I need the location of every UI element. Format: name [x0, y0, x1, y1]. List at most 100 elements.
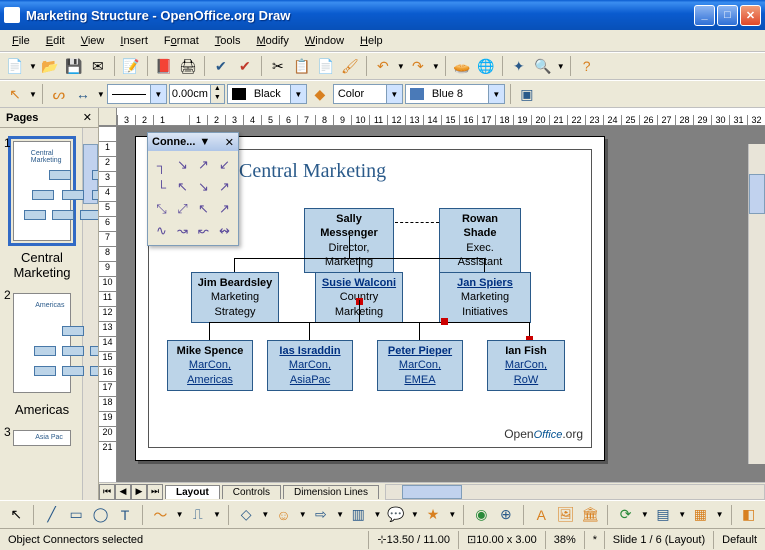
menu-modify[interactable]: Modify	[248, 33, 296, 49]
connector-tool[interactable]: ⎍	[188, 504, 208, 526]
tab-nav-prev[interactable]: ◀	[115, 484, 131, 500]
undo-dropdown[interactable]: ▼	[396, 62, 405, 71]
stars-tool[interactable]: ★	[423, 504, 443, 526]
print-button[interactable]: 🖨	[177, 55, 199, 77]
line-color-combo[interactable]: Black▼	[227, 84, 307, 104]
arrow-select-dropdown[interactable]: ▼	[28, 90, 37, 99]
connector-type-15[interactable]: ↜	[194, 221, 213, 241]
menu-insert[interactable]: Insert	[112, 33, 156, 49]
connectors-palette[interactable]: Conne... ▼ ✕ ┐ ↘ ↗ ↙ └ ↖ ↘ ↗ ⤡ ⤢	[147, 132, 239, 246]
connector-type-12[interactable]: ↗	[215, 199, 234, 219]
arrange-tool[interactable]: ▦	[690, 504, 710, 526]
redo-button[interactable]: ↷	[407, 55, 429, 77]
navigator-button[interactable]: ✦	[508, 55, 530, 77]
connectors-close-icon[interactable]: ✕	[225, 136, 234, 149]
zoom-dropdown[interactable]: ▼	[556, 62, 565, 71]
rect-tool[interactable]: ▭	[66, 504, 86, 526]
redo-dropdown[interactable]: ▼	[431, 62, 440, 71]
org-box-initiatives[interactable]: Jan SpiersMarketing Initiatives	[439, 272, 531, 323]
edit-doc-button[interactable]: 📝	[120, 55, 142, 77]
org-box-americas[interactable]: Mike SpenceMarCon, Americas	[167, 340, 253, 391]
line-width-value[interactable]	[170, 85, 210, 103]
pages-scrollbar[interactable]	[82, 128, 98, 500]
connector-type-3[interactable]: ↗	[194, 155, 213, 175]
connector-type-13[interactable]: ∿	[152, 221, 171, 241]
menu-view[interactable]: View	[73, 33, 113, 49]
minimize-button[interactable]: _	[694, 5, 715, 26]
tab-controls[interactable]: Controls	[222, 485, 281, 499]
pages-close-icon[interactable]: ✕	[83, 111, 92, 124]
ellipse-tool[interactable]: ◯	[90, 504, 110, 526]
connector-type-8[interactable]: ↗	[215, 177, 234, 197]
slide-title[interactable]: Central Marketing	[239, 160, 386, 183]
org-box-strategy[interactable]: Jim BeardsleyMarketing Strategy	[191, 272, 279, 323]
page-thumbnail-2[interactable]: 2 Americas Americas	[8, 288, 76, 421]
connector-type-11[interactable]: ↖	[194, 199, 213, 219]
fill-color-combo[interactable]: Blue 8▼	[405, 84, 505, 104]
extrusion-tool[interactable]: ◧	[738, 504, 758, 526]
maximize-button[interactable]: □	[717, 5, 738, 26]
connector-type-5[interactable]: └	[152, 177, 171, 197]
status-zoom[interactable]: 38%	[546, 531, 585, 549]
line-tool[interactable]: ╱	[41, 504, 61, 526]
from-file-tool[interactable]: 🖼	[555, 504, 575, 526]
connector-type-14[interactable]: ↝	[173, 221, 192, 241]
org-box-assistant[interactable]: Rowan ShadeExec. Assistant	[439, 208, 521, 273]
arrow-shapes-tool[interactable]: ⇨	[311, 504, 331, 526]
canvas-horizontal-scrollbar[interactable]	[385, 484, 765, 500]
org-box-asiapac[interactable]: Ias IsraddinMarCon, AsiaPac	[267, 340, 353, 391]
org-box-emea[interactable]: Peter PieperMarCon, EMEA	[377, 340, 463, 391]
paste-button[interactable]: 📄	[315, 55, 337, 77]
connector-type-1[interactable]: ┐	[152, 155, 171, 175]
new-button[interactable]: 📄	[4, 55, 26, 77]
area-button[interactable]: ◆	[309, 83, 331, 105]
open-button[interactable]: 📂	[39, 55, 61, 77]
connector-type-9[interactable]: ⤡	[152, 199, 171, 219]
menu-file[interactable]: File	[4, 33, 38, 49]
horizontal-ruler[interactable]: 3211234567891011121314151617181920212223…	[99, 108, 765, 126]
arrow-select-button[interactable]: ↖	[4, 83, 26, 105]
fontwork-tool[interactable]: A	[531, 504, 551, 526]
line-style-combo[interactable]: ▼	[107, 84, 167, 104]
menu-help[interactable]: Help	[352, 33, 391, 49]
tab-dimension[interactable]: Dimension Lines	[283, 485, 379, 499]
zoom-button[interactable]: 🔍	[532, 55, 554, 77]
connector-type-10[interactable]: ⤢	[173, 199, 192, 219]
menu-window[interactable]: Window	[297, 33, 352, 49]
tab-nav-last[interactable]: ⏭	[147, 484, 163, 500]
cut-button[interactable]: ✂	[267, 55, 289, 77]
flowchart-tool[interactable]: ▥	[348, 504, 368, 526]
gallery-tool[interactable]: 🏛	[580, 504, 600, 526]
tab-nav-next[interactable]: ▶	[131, 484, 147, 500]
undo-button[interactable]: ↶	[372, 55, 394, 77]
fill-style-combo[interactable]: Color▼	[333, 84, 403, 104]
hyperlink-button[interactable]: 🌐	[475, 55, 497, 77]
tab-nav-first[interactable]: ⏮	[99, 484, 115, 500]
connectors-dropdown-icon[interactable]: ▼	[199, 136, 210, 148]
new-dropdown[interactable]: ▼	[28, 62, 37, 71]
shadow-button[interactable]: ▣	[516, 83, 538, 105]
auto-spellcheck-button[interactable]: ✔	[234, 55, 256, 77]
gluepoints-tool[interactable]: ⊕	[496, 504, 516, 526]
connector-handle-2[interactable]	[441, 318, 448, 325]
format-paint-button[interactable]: 🖌	[339, 55, 361, 77]
save-button[interactable]: 💾	[63, 55, 85, 77]
pages-body[interactable]: 1 Central Marketing Central Marketing 2 …	[0, 128, 98, 500]
rotate-tool[interactable]: ⟳	[615, 504, 635, 526]
help-button[interactable]: ?	[576, 55, 598, 77]
curve-tool[interactable]: 〜	[150, 504, 170, 526]
connector-type-7[interactable]: ↘	[194, 177, 213, 197]
text-tool[interactable]: T	[115, 504, 135, 526]
line-width-spin[interactable]: ▲▼	[169, 84, 225, 104]
line-endstyle-button[interactable]: ᔕ	[48, 83, 70, 105]
arrow-style-button[interactable]: ↔	[72, 83, 94, 105]
arrow-style-dropdown[interactable]: ▼	[96, 90, 105, 99]
spellcheck-button[interactable]: ✔	[210, 55, 232, 77]
callout-tool[interactable]: 💬	[385, 504, 405, 526]
page-thumbnail-1[interactable]: 1 Central Marketing Central Marketing	[8, 136, 76, 284]
export-pdf-button[interactable]: 📕	[153, 55, 175, 77]
menu-format[interactable]: Format	[156, 33, 207, 49]
edit-points-tool[interactable]: ◉	[471, 504, 491, 526]
vertical-ruler[interactable]: 123456789101112131415161718192021	[99, 126, 117, 482]
align-tool[interactable]: ▤	[653, 504, 673, 526]
